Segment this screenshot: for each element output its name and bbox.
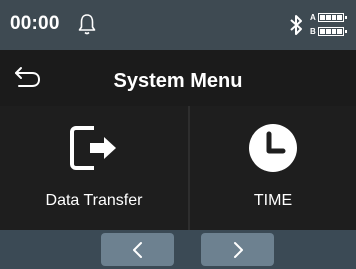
menu-item-time[interactable]: TIME	[190, 106, 356, 230]
battery-indicators: A B	[310, 12, 354, 40]
bell-icon	[78, 14, 96, 35]
clock-icon	[249, 124, 297, 172]
battery-b-row: B	[310, 27, 347, 36]
previous-button[interactable]	[101, 233, 174, 266]
battery-b-label: B	[310, 27, 316, 36]
menu-item-data-transfer[interactable]: Data Transfer	[0, 106, 188, 230]
header: System Menu	[0, 50, 356, 106]
status-bar: 00:00 A B	[0, 0, 356, 50]
menu-item-label: Data Transfer	[45, 192, 143, 209]
battery-a-label: A	[310, 13, 316, 22]
device-screen: 00:00 A B System Menu Data Transfer TIME	[0, 0, 356, 269]
menu-item-label: TIME	[253, 192, 293, 209]
battery-a-row: A	[310, 13, 347, 22]
menu-grid: Data Transfer TIME	[0, 106, 356, 230]
bluetooth-icon	[290, 15, 302, 35]
next-button[interactable]	[201, 233, 274, 266]
chevron-left-icon	[132, 241, 142, 258]
page-title: System Menu	[113, 70, 243, 92]
footer-nav	[0, 230, 356, 269]
data-transfer-icon	[70, 126, 116, 170]
battery-b-icon	[318, 27, 347, 36]
battery-a-icon	[318, 13, 347, 22]
clock-text: 00:00	[10, 13, 60, 34]
chevron-right-icon	[233, 241, 243, 258]
